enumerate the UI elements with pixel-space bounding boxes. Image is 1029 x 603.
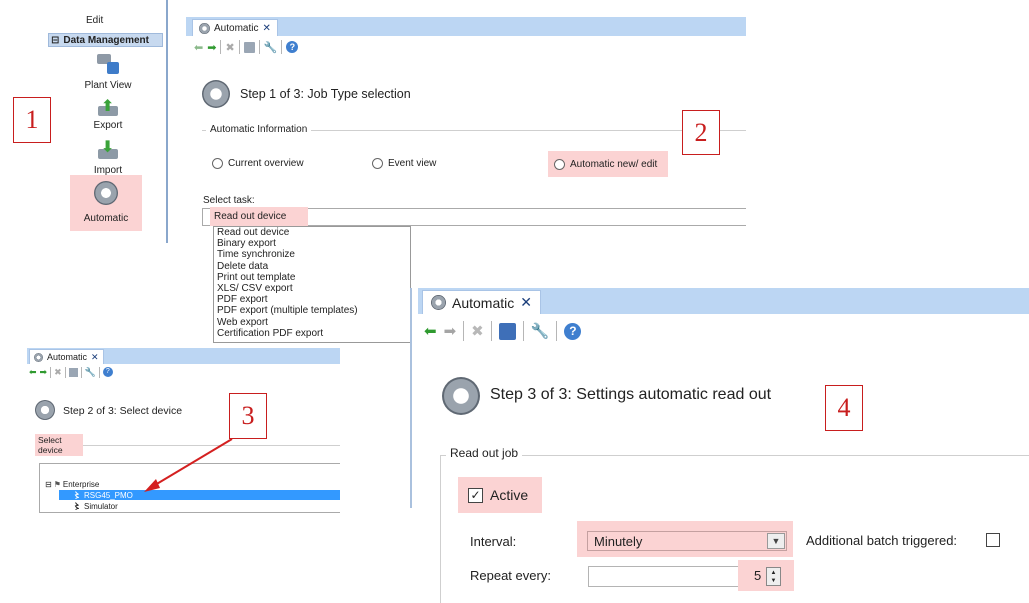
toolbar-separator: [463, 321, 465, 341]
tab-label: Automatic: [452, 294, 515, 311]
delete-icon[interactable]: ✖: [471, 322, 484, 340]
save-icon[interactable]: [498, 322, 516, 340]
repeat-stepper[interactable]: ▲ ▼: [766, 567, 781, 586]
interval-dropdown-button[interactable]: ▼: [767, 533, 785, 549]
toolbar-separator: [522, 321, 524, 341]
repeat-every-label: Repeat every:: [470, 568, 551, 583]
tab-automatic[interactable]: Automatic ✕: [422, 290, 541, 314]
panel-left-border: [410, 288, 412, 508]
toolbar-separator: [490, 321, 492, 341]
interval-select[interactable]: Minutely: [587, 531, 787, 551]
read-out-job-group: [440, 455, 1029, 456]
callout-4: 4: [825, 385, 863, 431]
group-label: Read out job: [446, 446, 523, 460]
gear-icon: [431, 295, 446, 310]
additional-batch-checkbox[interactable]: [986, 533, 1000, 547]
close-icon[interactable]: ✕: [520, 294, 532, 311]
toolbar-separator: [556, 321, 558, 341]
help-icon[interactable]: ?: [564, 322, 582, 340]
back-arrow-icon[interactable]: ⬅: [424, 322, 437, 340]
chevron-down-icon: ▼: [771, 536, 781, 546]
gear-icon: [442, 377, 480, 415]
stepper-up-icon[interactable]: ▲: [771, 569, 777, 577]
active-label: Active: [490, 487, 529, 503]
stepper-down-icon[interactable]: ▼: [771, 577, 777, 585]
step-title: Step 3 of 3: Settings automatic read out: [490, 386, 772, 403]
interval-label: Interval:: [470, 534, 517, 549]
additional-batch-label: Additional batch triggered:: [806, 533, 958, 548]
interval-value: Minutely: [594, 533, 643, 549]
panel-step3: Automatic ✕ ⬅ ➡ ✖ 🔧 ? Step 3 of 3: Setti…: [410, 288, 1029, 603]
repeat-every-value[interactable]: 5: [754, 568, 761, 583]
toolbar: ⬅ ➡ ✖ 🔧 ?: [424, 320, 582, 342]
group-frame-left: [440, 455, 441, 603]
wrench-icon[interactable]: 🔧: [531, 322, 550, 340]
active-checkbox[interactable]: ✓: [468, 487, 483, 503]
active-checkbox-row[interactable]: ✓ Active: [458, 477, 542, 513]
forward-arrow-icon[interactable]: ➡: [444, 322, 457, 340]
